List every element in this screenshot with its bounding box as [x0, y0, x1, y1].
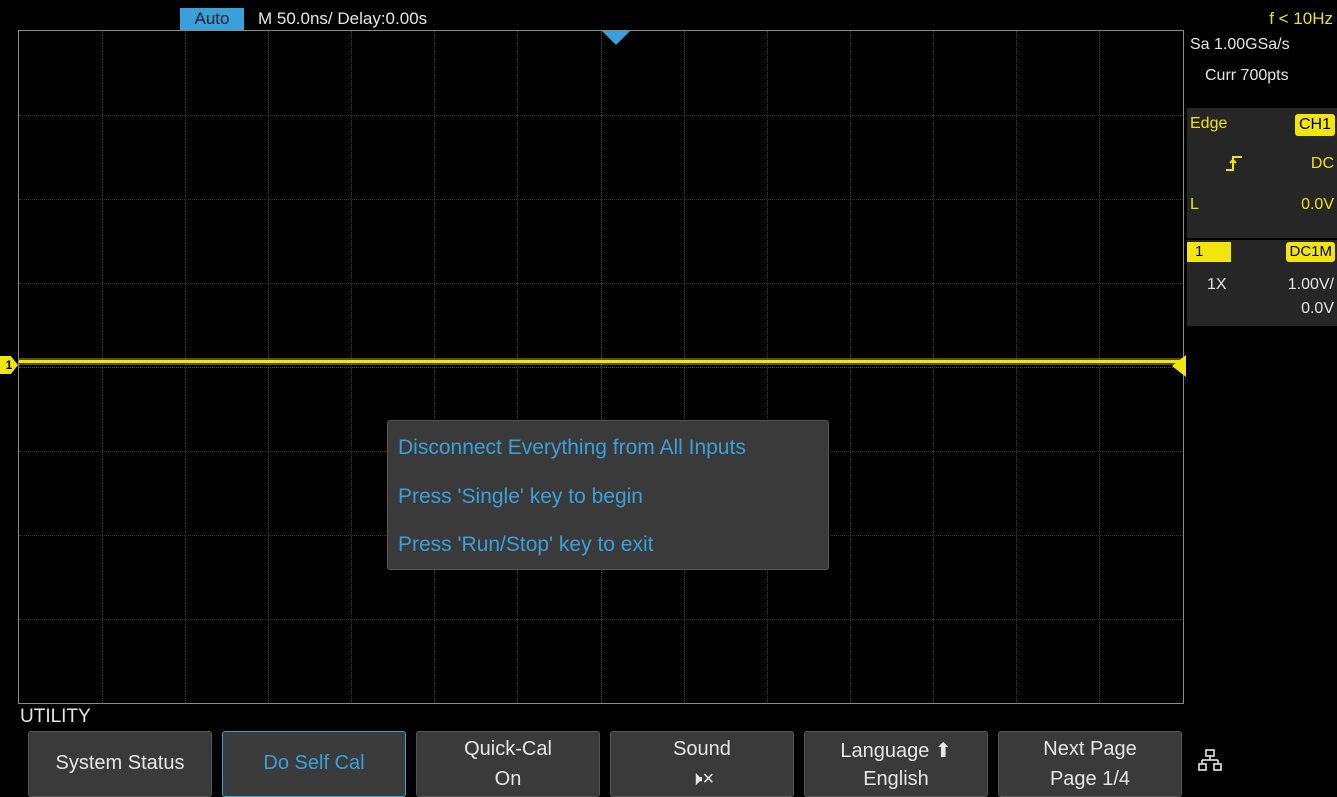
quick-cal-button[interactable]: Quick-Cal On	[416, 731, 600, 797]
channel-1-info: 1 DC1M 1X 1.00V/ 0.0V	[1187, 240, 1337, 326]
trigger-position-marker	[602, 31, 630, 45]
channel-number-badge: 1	[1187, 242, 1231, 262]
do-self-cal-button[interactable]: Do Self Cal	[222, 731, 406, 797]
softkey-label: Language ⬆	[840, 740, 952, 762]
channel-1-trace	[19, 360, 1183, 363]
memory-depth: Curr 700pts	[1205, 67, 1289, 84]
waveform-display	[18, 30, 1184, 704]
sample-rate: Sa 1.00GSa/s	[1190, 36, 1290, 53]
softkey-value: Page 1/4	[1049, 768, 1131, 790]
softkey-value: English	[863, 768, 929, 790]
sound-button[interactable]: Sound 🕨×	[610, 731, 794, 797]
info-panel: Sa 1.00GSa/s Curr 700pts Edge CH1 DC L 0…	[1187, 30, 1337, 704]
frequency-readout: f < 10Hz	[1269, 9, 1333, 28]
vertical-offset: 0.0V	[1301, 300, 1334, 317]
self-cal-dialog: Disconnect Everything from All Inputs Pr…	[387, 420, 829, 570]
vertical-scale: 1.00V/	[1287, 276, 1334, 293]
softkey-label: Sound	[673, 738, 731, 760]
status-bar: Auto M 50.0ns/ Delay:0.00s f < 10Hz	[0, 0, 1337, 30]
softkey-label: Next Page	[1043, 738, 1137, 760]
rising-edge-icon	[1226, 156, 1242, 171]
trigger-level-marker[interactable]	[1172, 355, 1186, 377]
system-status-button[interactable]: System Status	[28, 731, 212, 797]
timebase-readout: M 50.0ns/ Delay:0.00s	[258, 9, 428, 28]
trigger-coupling: DC	[1310, 155, 1334, 172]
speaker-muted-icon: 🕨×	[689, 768, 715, 790]
softkey-label: Do Self Cal	[263, 752, 365, 774]
trigger-mode-badge: Auto	[180, 8, 244, 30]
trigger-type: Edge	[1190, 115, 1228, 132]
channel-coupling-badge: DC1M	[1286, 242, 1335, 262]
network-icon	[1198, 749, 1222, 771]
next-page-button[interactable]: Next Page Page 1/4	[998, 731, 1182, 797]
softkey-value: On	[494, 768, 522, 790]
probe-attenuation: 1X	[1207, 276, 1227, 293]
trigger-level-value: 0.0V	[1301, 196, 1334, 213]
dialog-line: Press 'Single' key to begin	[398, 485, 643, 508]
dialog-line: Disconnect Everything from All Inputs	[398, 436, 746, 459]
language-button[interactable]: Language ⬆ English	[804, 731, 988, 797]
softkey-label: Quick-Cal	[464, 738, 552, 760]
softkey-label: System Status	[55, 752, 185, 774]
dialog-line: Press 'Run/Stop' key to exit	[398, 533, 654, 556]
trigger-info: Edge CH1 DC L 0.0V	[1187, 108, 1337, 238]
channel-1-offset-marker[interactable]: 1	[0, 356, 18, 374]
menu-title: UTILITY	[20, 706, 91, 727]
trigger-level-label: L	[1190, 196, 1199, 213]
trigger-source-badge: CH1	[1294, 114, 1335, 136]
